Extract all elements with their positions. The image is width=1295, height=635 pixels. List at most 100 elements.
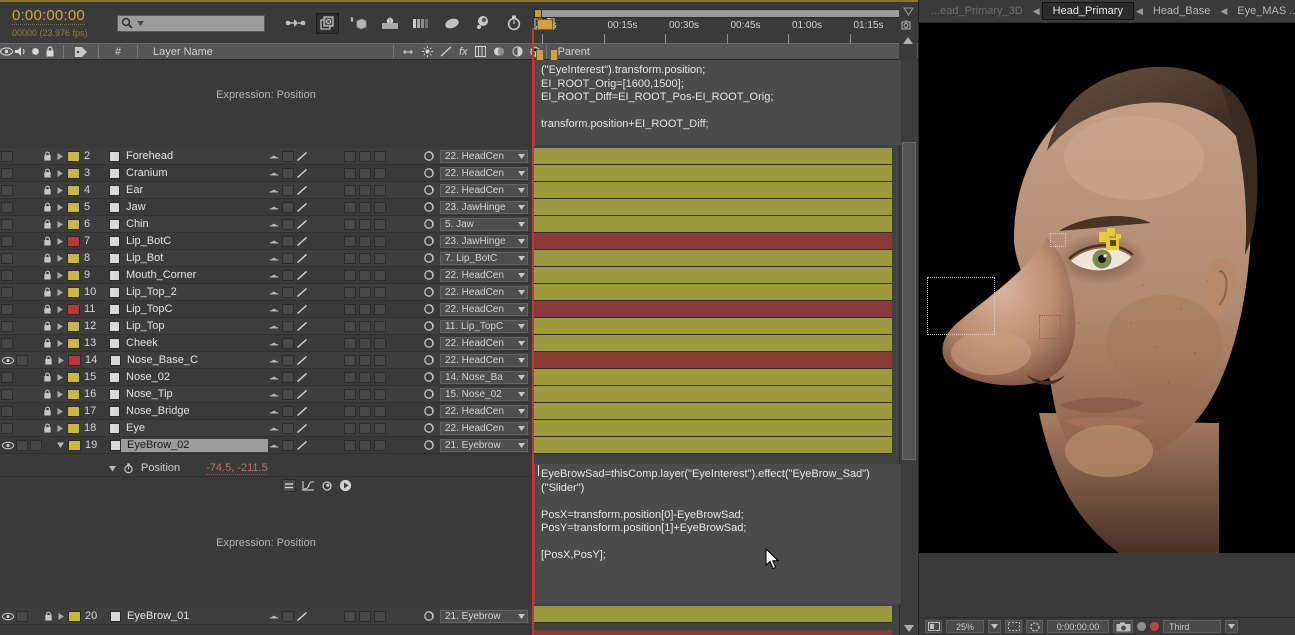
layer-name[interactable]: Cranium — [120, 167, 268, 180]
tab-eye_mas[interactable]: Eye_MAS ... — [1229, 3, 1295, 19]
lock-icon[interactable] — [43, 321, 52, 331]
play-expression-icon[interactable] — [339, 479, 352, 492]
quality-switch-icon[interactable] — [296, 270, 308, 281]
current-time-display[interactable]: 0:00:00:00 00000 (23.976 fps) — [0, 8, 105, 39]
enable-frame-blending-icon[interactable] — [379, 13, 401, 33]
layer-expand-toggle[interactable] — [54, 305, 65, 314]
shy-switch-icon[interactable] — [268, 203, 280, 212]
nose-marker-box[interactable] — [1039, 315, 1061, 339]
pickwhip[interactable] — [422, 150, 436, 162]
collapse-switch[interactable] — [282, 439, 294, 451]
layer-name[interactable]: Chin — [120, 218, 268, 231]
layer-name[interactable]: Eye — [120, 422, 268, 435]
layer-expand-toggle[interactable] — [54, 271, 65, 280]
layer-name[interactable]: EyeBrow_01 — [121, 610, 268, 623]
audio-switch[interactable] — [16, 439, 28, 451]
mode-box-1[interactable] — [344, 354, 356, 366]
video-switch[interactable] — [1, 337, 13, 349]
mode-box-3[interactable] — [374, 218, 386, 230]
parent-pickwhip-icon[interactable] — [423, 354, 435, 366]
parent-dropdown-icon[interactable] — [518, 323, 525, 329]
parent-pickwhip-icon[interactable] — [423, 439, 435, 451]
mode-box-3[interactable] — [374, 422, 386, 434]
layer-expand-toggle[interactable] — [54, 237, 65, 246]
tab-nav-arrow-icon[interactable]: ◀ — [1134, 6, 1145, 17]
pickwhip[interactable] — [422, 371, 436, 383]
expand-triangle-icon[interactable] — [56, 271, 64, 280]
duration-bar-forehead[interactable] — [534, 148, 892, 165]
collapse-switch[interactable] — [282, 201, 294, 213]
quality-switch-icon[interactable] — [296, 611, 308, 622]
mode-box-2[interactable] — [359, 439, 371, 451]
lock-icon[interactable] — [43, 202, 52, 212]
lock-switch[interactable] — [42, 355, 55, 365]
chevron-down-icon[interactable] — [902, 7, 914, 16]
layer-expand-toggle[interactable] — [55, 612, 66, 621]
mode-box-2[interactable] — [359, 235, 371, 247]
parent-selector[interactable]: 5. Jaw — [440, 217, 528, 231]
current-time-indicator[interactable] — [537, 19, 553, 33]
lock-switch[interactable] — [41, 321, 54, 331]
mode-box-3[interactable] — [374, 354, 386, 366]
lock-switch[interactable] — [41, 151, 54, 161]
region-of-interest-icon[interactable] — [1005, 620, 1022, 633]
layer-name[interactable]: Nose_Bridge — [120, 405, 268, 418]
parent-pickwhip-icon[interactable] — [423, 303, 435, 315]
parent-dropdown-icon[interactable] — [518, 391, 525, 397]
video-switch[interactable] — [1, 303, 13, 315]
pickwhip[interactable] — [422, 201, 436, 213]
parent-selector[interactable]: 22. HeadCen — [440, 166, 528, 180]
mode-box-2[interactable] — [359, 320, 371, 332]
property-expand-triangle-icon[interactable] — [108, 464, 117, 473]
mode-box-2[interactable] — [359, 184, 371, 196]
mode-box-2[interactable] — [359, 610, 371, 622]
mode-box-1[interactable] — [344, 235, 356, 247]
duration-bar-nose_tip[interactable] — [534, 386, 892, 403]
video-switch[interactable] — [1, 286, 13, 298]
layer-name[interactable]: Lip_Top_2 — [120, 286, 268, 299]
label-color-swatch[interactable] — [67, 388, 80, 400]
collapse-switch[interactable] — [282, 235, 294, 247]
layer-row-nose_bridge[interactable]: 17 Nose_Bridge 22. HeadCen — [0, 403, 532, 420]
bar-eyebrow-01[interactable] — [534, 606, 892, 623]
mode-box-2[interactable] — [359, 405, 371, 417]
mode-box-1[interactable] — [344, 184, 356, 196]
video-switch[interactable] — [1, 388, 13, 400]
magnification-ratio[interactable]: 25% — [946, 620, 984, 633]
eye-icon[interactable] — [1, 441, 14, 450]
quality-switch-icon[interactable] — [296, 168, 308, 179]
col-number-label[interactable]: # — [104, 46, 132, 58]
mode-box-3[interactable] — [374, 167, 386, 179]
duration-bar-ear[interactable] — [534, 182, 892, 199]
expand-triangle-icon[interactable] — [57, 356, 65, 365]
pickwhip[interactable] — [422, 439, 436, 451]
parent-pickwhip-icon[interactable] — [423, 184, 435, 196]
col-solo-icon[interactable] — [28, 47, 42, 56]
expand-triangle-icon[interactable] — [56, 220, 64, 229]
quality-switch-icon[interactable] — [296, 389, 308, 400]
parent-pickwhip-icon[interactable] — [423, 286, 435, 298]
pickwhip[interactable] — [422, 184, 436, 196]
show-snapshot-icon[interactable] — [1137, 622, 1146, 631]
mode-box-1[interactable] — [344, 167, 356, 179]
tab-nav-arrow-icon[interactable]: ◀ — [1031, 6, 1042, 17]
expression-editor-top[interactable]: ("EyeInterest").transform.position; EI_R… — [533, 60, 901, 145]
lock-icon[interactable] — [43, 304, 52, 314]
layer-row-lip_botc[interactable]: 7 Lip_BotC 23. JawHinge — [0, 233, 532, 250]
mode-box-1[interactable] — [344, 252, 356, 264]
mode-box-1[interactable] — [344, 371, 356, 383]
quality-switch-icon[interactable] — [296, 321, 308, 332]
mode-box-3[interactable] — [374, 150, 386, 162]
video-switch[interactable] — [1, 269, 13, 281]
mode-box-1[interactable] — [344, 405, 356, 417]
expand-triangle-icon[interactable] — [56, 407, 64, 416]
parent-dropdown-icon[interactable] — [518, 255, 525, 261]
parent-pickwhip-icon[interactable] — [423, 422, 435, 434]
collapse-switch[interactable] — [282, 610, 294, 622]
shy-switch-icon[interactable] — [268, 390, 280, 399]
expand-triangle-icon[interactable] — [56, 186, 64, 195]
lock-switch[interactable] — [41, 168, 54, 178]
parent-dropdown-icon[interactable] — [518, 613, 525, 619]
parent-dropdown-icon[interactable] — [518, 340, 525, 346]
parent-selector[interactable]: 11. Lip_TopC — [440, 319, 528, 333]
